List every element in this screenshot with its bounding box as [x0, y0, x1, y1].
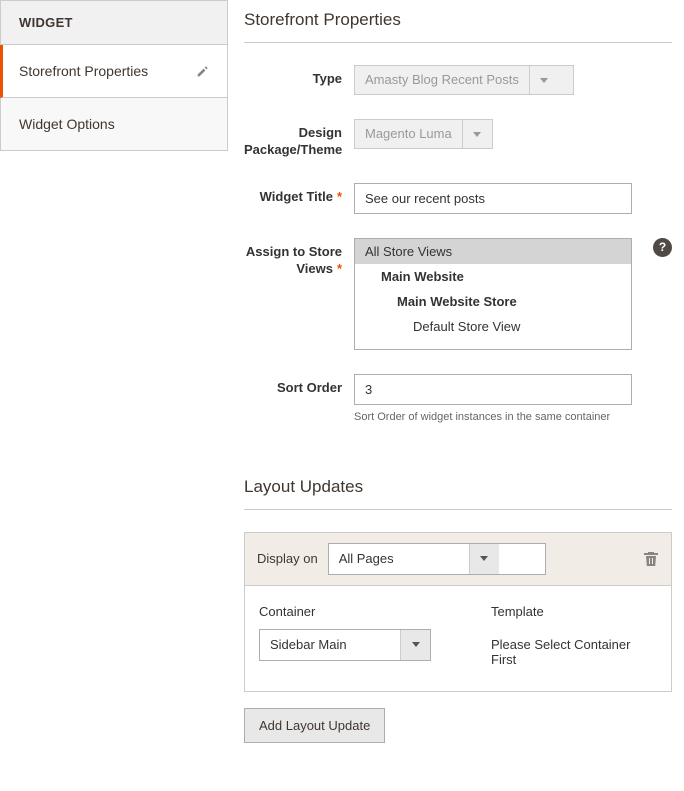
store-option[interactable]: Main Website [355, 264, 631, 289]
theme-select: Magento Luma [354, 119, 493, 149]
sort-order-input[interactable] [354, 374, 632, 405]
display-on-label: Display on [257, 551, 318, 566]
chevron-down-icon [469, 544, 499, 574]
chevron-down-icon [400, 630, 430, 660]
label-assign-store-views: Assign to Store Views* [244, 238, 354, 350]
sidebar-item-storefront-properties[interactable]: Storefront Properties [0, 45, 228, 98]
sidebar-item-widget-options[interactable]: Widget Options [0, 98, 228, 151]
chevron-down-icon [529, 66, 559, 94]
help-icon[interactable]: ? [653, 238, 672, 257]
section-title-storefront: Storefront Properties [244, 10, 672, 43]
label-type: Type [244, 65, 354, 95]
label-theme: Design Package/Theme [244, 119, 354, 159]
container-label: Container [259, 604, 431, 619]
trash-icon[interactable] [643, 551, 659, 567]
label-sort-order: Sort Order [244, 374, 354, 423]
display-on-select[interactable]: All Pages [328, 543, 546, 575]
store-views-listbox[interactable]: All Store Views Main Website Main Websit… [354, 238, 632, 350]
layout-update-block: Display on All Pages Container Sidebar M… [244, 532, 672, 692]
section-title-layout: Layout Updates [244, 477, 672, 510]
type-select: Amasty Blog Recent Posts [354, 65, 574, 95]
template-value: Please Select Container First [491, 629, 657, 667]
sidebar-header: WIDGET [0, 0, 228, 45]
template-label: Template [491, 604, 657, 619]
add-layout-update-button[interactable]: Add Layout Update [244, 708, 385, 743]
chevron-down-icon [462, 120, 492, 148]
sort-order-hint: Sort Order of widget instances in the sa… [354, 411, 672, 423]
container-select[interactable]: Sidebar Main [259, 629, 431, 661]
store-option[interactable]: All Store Views [355, 239, 631, 264]
label-widget-title: Widget Title* [244, 183, 354, 214]
store-option[interactable]: Default Store View [355, 314, 631, 339]
pencil-icon [196, 65, 209, 78]
store-option[interactable]: Main Website Store [355, 289, 631, 314]
sidebar-item-label: Storefront Properties [19, 63, 148, 79]
sidebar-item-label: Widget Options [19, 116, 115, 132]
widget-title-input[interactable] [354, 183, 632, 214]
